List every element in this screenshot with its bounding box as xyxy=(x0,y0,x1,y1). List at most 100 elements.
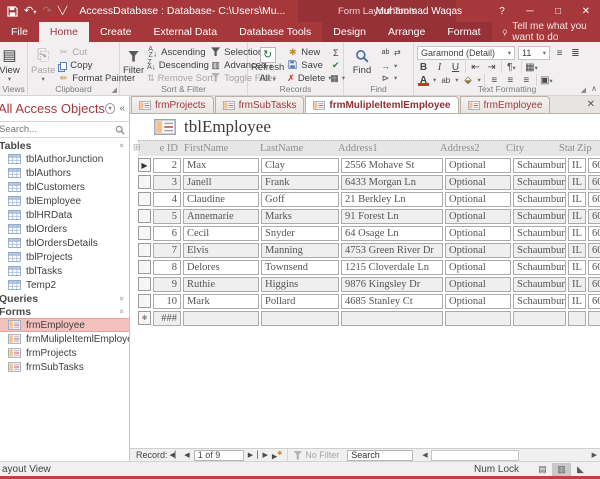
nav-group-tables[interactable]: Tables« xyxy=(0,139,129,152)
nav-item-tblOrders[interactable]: tblOrders xyxy=(0,222,129,236)
horizontal-scrollbar[interactable]: ◀ ▶ xyxy=(419,449,600,462)
cell[interactable]: IL xyxy=(568,294,586,309)
cell[interactable]: 60194 xyxy=(588,226,600,241)
cell[interactable]: 6433 Morgan Ln xyxy=(341,175,443,190)
record-selector[interactable]: ▶ xyxy=(138,158,151,172)
italic-button[interactable]: I xyxy=(433,62,446,73)
new-record-selector[interactable]: ✱ xyxy=(138,311,151,325)
shutter-bar-close-icon[interactable]: « xyxy=(119,103,125,114)
scrollbar-thumb[interactable] xyxy=(431,450,519,461)
first-record-icon[interactable]: ◀▏ xyxy=(168,451,183,459)
cell[interactable]: Frank xyxy=(261,175,339,190)
bullets-icon[interactable]: ≣ xyxy=(569,48,582,59)
collapse-group-icon[interactable]: « xyxy=(117,309,126,313)
cell[interactable]: IL xyxy=(568,260,586,275)
cell[interactable]: Schaumburg xyxy=(513,192,566,207)
cell[interactable]: Higgins xyxy=(261,277,339,292)
cell[interactable]: Optional xyxy=(445,209,511,224)
ribbon-tab-design[interactable]: Design xyxy=(322,22,377,42)
descending-button[interactable]: ZA↓Descending xyxy=(147,60,207,72)
record-selector[interactable] xyxy=(138,294,151,308)
replace-button[interactable]: ab⇄ xyxy=(380,47,402,59)
cell[interactable]: 60193 xyxy=(588,192,600,207)
ribbon-tab-database-tools[interactable]: Database Tools xyxy=(228,22,322,42)
layout-selector-icon[interactable]: ⊞ xyxy=(133,142,141,153)
previous-record-icon[interactable]: ◀ xyxy=(182,451,191,459)
layout-view-button[interactable]: ▥ xyxy=(552,463,571,476)
nav-item-frmEmployee[interactable]: frmEmployee xyxy=(0,318,129,332)
minimize-button[interactable]: ─ xyxy=(516,0,544,22)
tell-me-box[interactable]: Tell me what you want to do xyxy=(492,22,600,42)
cell[interactable] xyxy=(568,311,586,326)
cell[interactable]: 60192 xyxy=(588,209,600,224)
record-selector[interactable] xyxy=(138,175,151,189)
cell[interactable]: 60194 xyxy=(588,158,600,173)
cell[interactable]: Delores xyxy=(183,260,259,275)
nav-item-tblAuthors[interactable]: tblAuthors xyxy=(0,166,129,180)
totals-button[interactable]: Σ xyxy=(330,47,342,59)
ascending-button[interactable]: AZ↓Ascending xyxy=(147,47,207,59)
current-record-box[interactable]: 1 of 9 xyxy=(194,450,244,461)
paste-button[interactable]: ⎘ Paste▾ xyxy=(31,44,55,84)
cell[interactable]: IL xyxy=(568,158,586,173)
save-record-button[interactable]: Save xyxy=(287,60,327,72)
doc-tab-frmMulipleItemlEmployee[interactable]: frmMulipleItemlEmployee xyxy=(305,96,458,113)
cell[interactable]: Optional xyxy=(445,158,511,173)
cell[interactable]: Annemarie xyxy=(183,209,259,224)
cell[interactable]: Optional xyxy=(445,294,511,309)
cell[interactable]: Optional xyxy=(445,260,511,275)
nav-search-input[interactable] xyxy=(0,124,115,135)
cell[interactable]: IL xyxy=(568,192,586,207)
record-selector[interactable] xyxy=(138,209,151,223)
cell[interactable]: 8 xyxy=(153,260,181,275)
close-document-icon[interactable]: ✕ xyxy=(587,99,595,110)
column-header-LastName[interactable]: LastName xyxy=(257,143,335,154)
cell[interactable]: 60194 xyxy=(588,294,600,309)
record-selector[interactable] xyxy=(138,277,151,291)
cell[interactable]: Max xyxy=(183,158,259,173)
cell[interactable]: Pollard xyxy=(261,294,339,309)
cell[interactable] xyxy=(445,311,511,326)
cell[interactable]: Ruthie xyxy=(183,277,259,292)
cell[interactable]: Schaumburg xyxy=(513,243,566,258)
nav-group-queries[interactable]: Queries» xyxy=(0,292,129,305)
cell[interactable]: Schaumburg xyxy=(513,209,566,224)
cell[interactable]: 91 Forest Ln xyxy=(341,209,443,224)
record-selector[interactable] xyxy=(138,226,151,240)
cell[interactable]: IL xyxy=(568,277,586,292)
signed-in-user[interactable]: Muhammad Waqas xyxy=(376,6,462,17)
more-button[interactable]: ▦▾ xyxy=(330,72,342,84)
column-header-Stat[interactable]: Stat xyxy=(556,143,574,154)
nav-item-tblProjects[interactable]: tblProjects xyxy=(0,250,129,264)
no-filter-button[interactable]: No Filter xyxy=(287,449,344,461)
cell[interactable]: 7 xyxy=(153,243,181,258)
cell[interactable]: Optional xyxy=(445,192,511,207)
cell[interactable]: 4753 Green River Dr xyxy=(341,243,443,258)
collapse-ribbon-icon[interactable]: ∧ xyxy=(591,84,597,93)
nav-item-Temp2[interactable]: Temp2 xyxy=(0,278,129,292)
record-selector[interactable] xyxy=(138,192,151,206)
cell[interactable]: Schaumburg xyxy=(513,226,566,241)
doc-tab-frmEmployee[interactable]: frmEmployee xyxy=(460,96,551,113)
cell[interactable] xyxy=(513,311,566,326)
maximize-button[interactable]: □ xyxy=(544,0,572,22)
cell[interactable]: Schaumburg xyxy=(513,277,566,292)
cell[interactable]: Janell xyxy=(183,175,259,190)
cell[interactable]: IL xyxy=(568,226,586,241)
text-formatting-dialog-launcher[interactable]: ◢ xyxy=(581,86,586,94)
help-button[interactable]: ? xyxy=(488,0,516,22)
cell[interactable]: Optional xyxy=(445,175,511,190)
refresh-all-button[interactable]: ↻ RefreshAll ▾ xyxy=(251,44,284,84)
cell[interactable]: Clay xyxy=(261,158,339,173)
collapse-group-icon[interactable]: « xyxy=(117,143,126,147)
cell[interactable]: 4 xyxy=(153,192,181,207)
nav-item-tblAuthorJunction[interactable]: tblAuthorJunction xyxy=(0,152,129,166)
numbering-icon[interactable]: ≡ xyxy=(553,48,566,59)
cell[interactable]: Townsend xyxy=(261,260,339,275)
cell[interactable]: 9 xyxy=(153,277,181,292)
column-header-e-ID[interactable]: e ID xyxy=(153,143,181,154)
nav-pane-menu-icon[interactable]: ▾ xyxy=(105,103,116,114)
new-record-button[interactable]: ✱New xyxy=(287,47,327,59)
underline-button[interactable]: U xyxy=(449,62,462,73)
ribbon-tab-create[interactable]: Create xyxy=(89,22,143,42)
